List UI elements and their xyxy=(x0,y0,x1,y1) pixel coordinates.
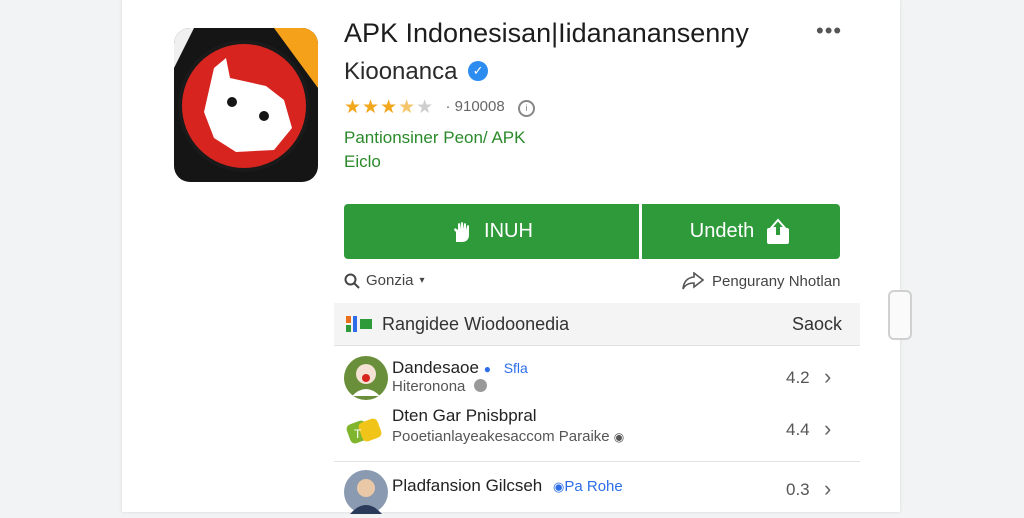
hand-icon xyxy=(454,221,470,242)
chevron-right-icon[interactable]: › xyxy=(824,364,831,390)
list-item-subtitle: Pooetianlayeakesaccom Paraike ◉ xyxy=(392,428,625,445)
verified-icon: ✓ xyxy=(468,61,489,81)
chevron-right-icon[interactable]: › xyxy=(824,416,831,442)
upload-icon xyxy=(767,217,790,244)
app-title: APK Indonesisan|Iidananansenny xyxy=(344,18,749,48)
section-icon xyxy=(346,316,372,332)
info-icon xyxy=(473,379,487,392)
star-rating: ★★★★★ xyxy=(344,97,435,118)
install-label: INUH xyxy=(484,220,533,242)
verified-icon: ◉ xyxy=(553,479,565,494)
svg-text:T: T xyxy=(354,427,362,441)
unlock-label: Undeth xyxy=(689,220,755,242)
avatar xyxy=(344,356,388,400)
list-item[interactable]: T Dten Gar Pnisbpral Pooetianlayeakesacc… xyxy=(334,404,860,456)
list-item[interactable]: Pladfansion Gilcseh ◉Pa Rohe 0.3 › xyxy=(334,466,860,518)
developer-name[interactable]: Kioonanca ✓ xyxy=(344,58,489,86)
more-icon[interactable]: ••• xyxy=(816,18,842,44)
list-divider xyxy=(334,461,860,462)
app-logo-icon xyxy=(174,28,318,182)
share-label: Pengurany Nhotlan xyxy=(712,272,841,290)
filter-dropdown[interactable]: Gonzia ▾ xyxy=(344,272,425,289)
list-item-name: Pladfansion Gilcseh ◉Pa Rohe xyxy=(392,476,623,495)
app-category[interactable]: Pantionsiner Peon/ APK xyxy=(344,128,525,148)
share-icon xyxy=(682,272,704,290)
list-item-score: 0.3 xyxy=(786,480,810,499)
chevron-right-icon[interactable]: › xyxy=(824,476,831,502)
app-detail-page: APK Indonesisan|Iidananansenny ••• Kioon… xyxy=(122,0,900,514)
verified-icon: ◉ xyxy=(613,430,625,444)
search-icon xyxy=(344,273,360,289)
rating-row: ★★★★★ · 910008 i xyxy=(344,96,535,119)
dropdown-arrow-icon: ▾ xyxy=(419,275,425,286)
share-link[interactable]: Pengurany Nhotlan xyxy=(682,272,840,290)
scroll-handle[interactable] xyxy=(888,290,912,340)
unlock-button[interactable]: Undeth xyxy=(642,204,840,259)
avatar: T xyxy=(346,418,382,444)
filter-label: Gonzia xyxy=(366,272,414,289)
list-item-name: Dten Gar Pnisbpral xyxy=(392,406,537,425)
list-item-name: Dandesaoe ● Sfla xyxy=(392,358,528,377)
section-header: Rangidee Wiodoonedia Saock xyxy=(334,303,860,346)
developer-label: Kioonanca xyxy=(344,58,458,85)
list-item-score: 4.2 xyxy=(786,368,810,387)
list-item-score: 4.4 xyxy=(786,420,810,439)
list-item-tag: Sfla xyxy=(503,360,528,376)
info-icon[interactable]: i xyxy=(517,100,535,117)
list-item[interactable]: Dandesaoe ● Sfla Hiteronona 4.2 › xyxy=(334,352,860,404)
section-action-button[interactable]: Saock xyxy=(792,314,842,335)
verified-icon: ● xyxy=(483,362,491,376)
app-category-extra: Eiclo xyxy=(344,152,381,171)
list-item-subtitle: Hiteronona xyxy=(392,378,487,395)
section-title: Rangidee Wiodoonedia xyxy=(382,313,570,334)
avatar xyxy=(344,470,388,514)
rating-count: · 910008 xyxy=(445,98,505,115)
install-button[interactable]: INUH xyxy=(344,204,639,259)
